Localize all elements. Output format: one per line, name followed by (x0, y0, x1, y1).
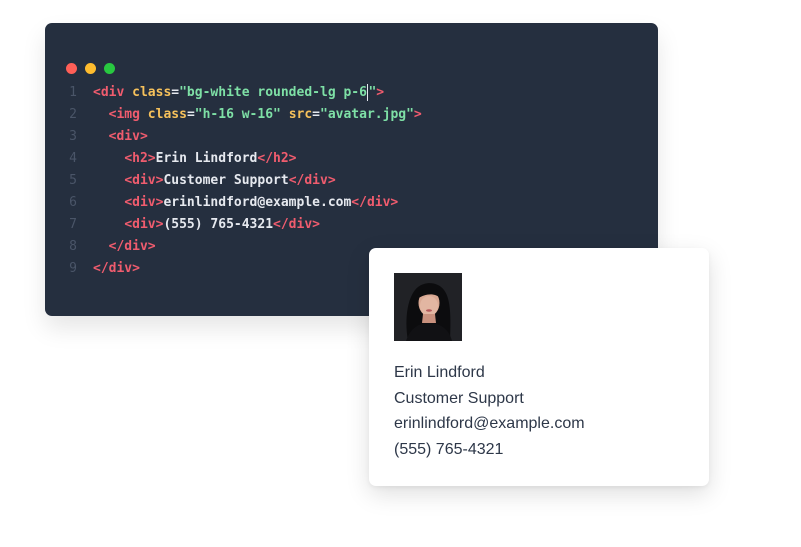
code-token: class (132, 85, 172, 100)
code-text: <div>erinlindford@example.com</div> (93, 192, 398, 214)
code-token: = (171, 85, 180, 100)
card-phone: (555) 765-4321 (394, 440, 504, 458)
line-number: 6 (69, 195, 77, 210)
card-role: Customer Support (394, 389, 524, 407)
code-token: = (186, 107, 195, 122)
code-token: src (288, 107, 313, 122)
close-window-icon[interactable] (66, 63, 77, 74)
code-token: </div> (273, 217, 320, 232)
line-number: 3 (69, 129, 77, 144)
code-text: <div class="bg-white rounded-lg p-6 "> (93, 82, 384, 104)
code-token: </h2> (257, 151, 297, 166)
code-text: <div> (93, 126, 148, 148)
line-number: 4 (69, 151, 77, 166)
code-token: class (147, 107, 187, 122)
code-text: </div> (93, 236, 156, 258)
line-number: 5 (69, 173, 77, 188)
card-details: Erin Lindford Customer Support erinlindf… (394, 360, 585, 462)
code-token: erinlindford@example.com (163, 195, 352, 210)
code-token: "h-16 w-16" (194, 107, 281, 122)
line-number: 9 (69, 261, 77, 276)
code-text: <h2>Erin Lindford</h2> (93, 148, 297, 170)
avatar (394, 273, 462, 341)
code-text: <img class="h-16 w-16" src="avatar.jpg"> (93, 104, 422, 126)
minimize-window-icon[interactable] (85, 63, 96, 74)
line-number: 1 (69, 85, 77, 100)
code-token: < (93, 85, 101, 100)
code-token: </div> (351, 195, 399, 210)
profile-card: Erin Lindford Customer Support erinlindf… (369, 248, 709, 486)
code-token: <div> (124, 173, 164, 188)
code-token: <div> (108, 129, 148, 144)
code-token: <div> (124, 195, 164, 210)
code-token: Customer Support (163, 173, 289, 188)
code-token: <h2> (124, 151, 156, 166)
line-number: 7 (69, 217, 77, 232)
line-number: 8 (69, 239, 77, 254)
code-token: <div> (124, 217, 164, 232)
code-token: > (413, 107, 422, 122)
code-text: <div>(555) 765-4321</div> (93, 214, 320, 236)
code-text: <div>Customer Support</div> (93, 170, 336, 192)
code-token: "bg-white rounded-lg p-6 (179, 85, 367, 100)
code-token: = (312, 107, 320, 122)
maximize-window-icon[interactable] (104, 63, 115, 74)
code-token: "avatar.jpg" (320, 107, 414, 122)
code-token: (555) 765-4321 (163, 217, 274, 232)
code-token: </div> (288, 173, 336, 188)
code-token: </div> (93, 261, 140, 276)
code-token: Erin Lindford (155, 151, 258, 166)
card-name: Erin Lindford (394, 364, 485, 381)
code-token: div (100, 85, 125, 100)
code-token: > (376, 85, 385, 100)
card-email: erinlindford@example.com (394, 415, 585, 432)
code-token: <img (108, 107, 140, 122)
page: 1 <div class="bg-white rounded-lg p-6 "> 2 … (0, 0, 801, 547)
line-number: 2 (69, 107, 77, 122)
code-token: </div> (108, 239, 156, 254)
code-text: </div> (93, 258, 140, 280)
avatar-photo-icon (394, 273, 462, 341)
